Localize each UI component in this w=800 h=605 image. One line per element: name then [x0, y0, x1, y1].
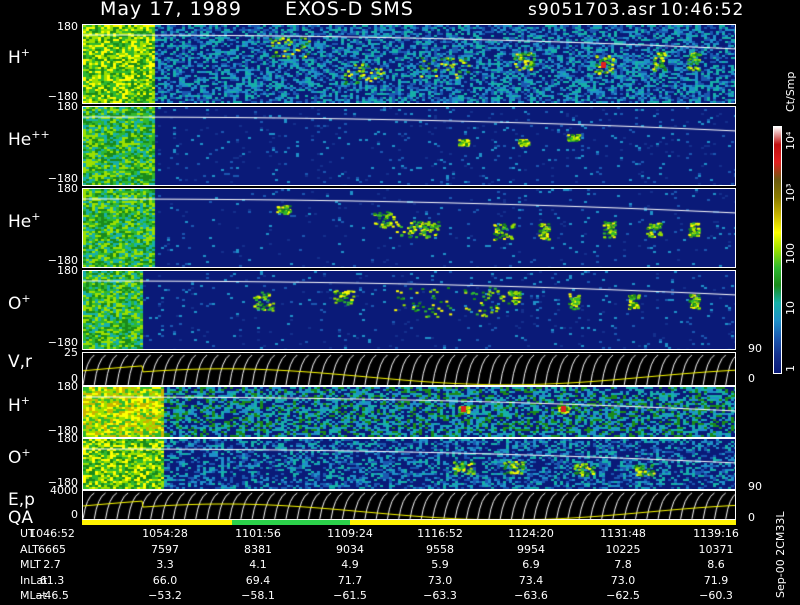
label-he-plusplus: He++	[8, 128, 50, 150]
orbit-table: UT 1046:52 1054:28 1101:56 1109:24 1116:52 112…	[0, 527, 760, 605]
plot-date: May 17, 1989	[100, 0, 242, 20]
ytick-o2-top: 180	[57, 432, 78, 445]
qa-bar	[82, 520, 736, 525]
table-cell: 8.6	[707, 558, 725, 571]
table-cell: 71.7	[337, 573, 363, 587]
table-row: MLT 2.7 3.3 4.1 4.9 5.9 6.9 7.8 8.6	[0, 558, 760, 574]
table-cell: −60.3	[699, 589, 733, 602]
table-cell: 69.4	[245, 573, 271, 587]
qa-bar-good-segment	[232, 520, 350, 525]
panel-he-plusplus	[82, 106, 736, 186]
panel-h-plus	[82, 24, 736, 104]
rtick-vr-bottom: 0	[748, 372, 755, 385]
panel-v-r	[82, 352, 736, 386]
ytick-vr-top: 25	[64, 346, 78, 359]
table-cell: 9954	[517, 542, 545, 556]
ytick-op-top: 180	[57, 264, 78, 277]
table-cell: 1116:52	[417, 527, 463, 540]
ytick-h-top: 180	[57, 20, 78, 33]
plot-instrument: EXOS-D SMS	[285, 0, 414, 20]
table-cell: 5.9	[431, 558, 449, 571]
table-cell: 73.4	[518, 573, 544, 587]
colorbar-tick-100: 100	[784, 243, 797, 264]
table-row: InLat 61.3 66.0 69.4 71.7 73.0 73.4 73.0 71.9	[0, 574, 760, 590]
table-cell: 1124:20	[508, 527, 554, 540]
panel-o-plus-2	[82, 438, 736, 490]
panel-he-plusplus-heatmap	[83, 107, 735, 185]
rtick-ep-top: 90	[748, 480, 762, 493]
panel-he-plus	[82, 188, 736, 268]
table-cell: −61.5	[333, 589, 367, 602]
panel-e-p-lines	[83, 491, 735, 519]
panel-o-plus	[82, 270, 736, 350]
table-row: UT 1046:52 1054:28 1101:56 1109:24 1116:52 112…	[0, 527, 760, 543]
label-he-plus: He+	[8, 210, 41, 232]
table-cell: 9558	[426, 542, 454, 556]
panel-he-plus-heatmap	[83, 189, 735, 267]
table-cell: 6.9	[522, 558, 540, 571]
panel-e-p	[82, 490, 736, 520]
table-cell: 1109:24	[327, 527, 373, 540]
panel-v-r-lines	[83, 353, 735, 385]
colorbar	[773, 126, 782, 374]
table-cell: 2.7	[43, 558, 61, 571]
table-row: MLat −46.5 −53.2 −58.1 −61.5 −63.3 −63.6 −62.5−…	[0, 589, 760, 605]
table-cell: 10371	[698, 542, 734, 556]
table-cell: 7597	[151, 542, 179, 556]
table-cell: 71.9	[703, 573, 729, 587]
table-cell: 4.1	[249, 558, 267, 571]
label-o-plus: O+	[8, 292, 31, 314]
ytick-ep-bottom: 0	[71, 508, 78, 521]
table-cell: −63.3	[423, 589, 457, 602]
panel-h-plus-2	[82, 386, 736, 438]
ytick-h2-top: 180	[57, 380, 78, 393]
table-cell: 8381	[244, 542, 272, 556]
table-cell: 1139:16	[693, 527, 739, 540]
table-cell: 1054:28	[142, 527, 188, 540]
table-cell: 3.3	[156, 558, 174, 571]
table-cell: −58.1	[241, 589, 275, 602]
ytick-hep-top: 180	[57, 182, 78, 195]
label-h-plus-2: H+	[8, 394, 31, 416]
label-h-plus: H+	[8, 46, 31, 68]
panel-o-plus-2-heatmap	[83, 439, 735, 489]
table-row: ALT 6665 7597 8381 9034 9558 9954 10225 10371	[0, 543, 760, 559]
table-cell: 1046:52	[29, 527, 75, 540]
plot-time: 10:46:52	[660, 0, 745, 20]
table-cell: 1101:56	[235, 527, 281, 540]
spectrogram-figure: May 17, 1989 EXOS-D SMS s9051703.asr 10:…	[0, 0, 800, 602]
rtick-ep-bottom: 0	[748, 511, 755, 524]
table-cell: 61.3	[39, 573, 65, 587]
table-cell: 9034	[336, 542, 364, 556]
colorbar-unit: Ct/Smp	[784, 71, 797, 112]
table-cell: 10225	[605, 542, 641, 556]
colorbar-tick-10e4: 10⁴	[784, 131, 797, 150]
colorbar-tick-1: 1	[784, 365, 797, 372]
table-cell: 1131:48	[600, 527, 646, 540]
panel-h-plus-2-heatmap	[83, 387, 735, 437]
table-cell: 73.0	[610, 573, 636, 587]
table-cell: 4.9	[341, 558, 359, 571]
table-cell: 6665	[38, 542, 66, 556]
table-cell: −62.5	[606, 589, 640, 602]
ytick-hepp-top: 180	[57, 100, 78, 113]
table-cell: −63.6	[514, 589, 548, 602]
label-o-plus-2: O+	[8, 446, 31, 468]
plot-filename: s9051703.asr	[528, 0, 657, 20]
table-cell: 66.0	[152, 573, 178, 587]
panel-o-plus-heatmap	[83, 271, 735, 349]
rtick-vr-top: 90	[748, 342, 762, 355]
table-cell: 7.8	[614, 558, 632, 571]
footer-stamp: Sep-00 2CM33L	[774, 511, 787, 599]
table-cell: −53.2	[148, 589, 182, 602]
label-v-r: V,r	[8, 352, 33, 372]
colorbar-tick-10: 10	[784, 301, 797, 315]
panel-h-plus-heatmap	[83, 25, 735, 103]
colorbar-tick-10e3: 10³	[784, 183, 797, 202]
ytick-ep-top: 4000	[50, 484, 78, 497]
table-cell: 73.0	[427, 573, 453, 587]
table-cell: −46.5	[35, 589, 69, 602]
